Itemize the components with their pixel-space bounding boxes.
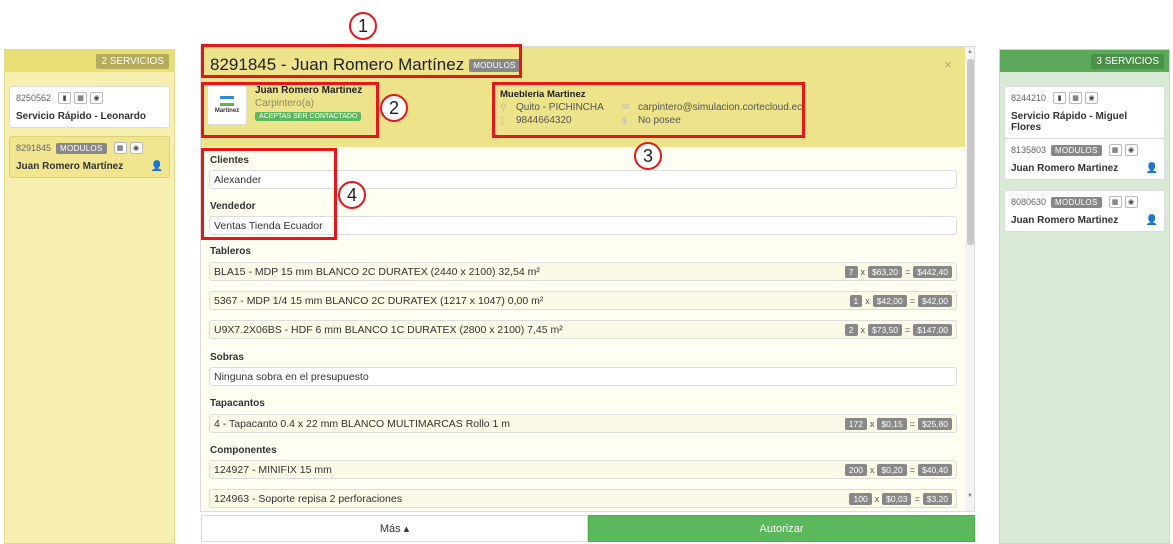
eye-icon[interactable]: ◉ <box>129 142 143 154</box>
right-services-column: 3 SERVICIOS 8244210 ▮ ▦ ◉ Servicio Rápid… <box>999 49 1170 544</box>
sobras-field[interactable]: Ninguna sobra en el presupuesto <box>209 367 957 386</box>
service-id: 8244210 <box>1011 93 1047 103</box>
service-card[interactable]: 8135803 MODULOS ▦ ◉ Juan Romero Martinez… <box>1004 138 1165 180</box>
grid-icon[interactable]: ▦ <box>1108 144 1122 156</box>
service-card[interactable]: 8080630 MODULOS ▦ ◉ Juan Romero Martinez… <box>1004 190 1165 232</box>
annotation-marker-2: 2 <box>380 94 408 122</box>
eye-icon[interactable]: ◉ <box>1124 196 1138 208</box>
scrollbar[interactable]: ▲ ▼ <box>965 47 974 511</box>
annotation-box-4 <box>201 148 337 240</box>
service-card[interactable]: 8244210 ▮ ▦ ◉ Servicio Rápido - Miguel F… <box>1004 86 1165 139</box>
grid-icon[interactable]: ▦ <box>113 142 127 154</box>
service-id: 8135803 <box>1011 145 1047 155</box>
annotation-box-2 <box>201 82 379 138</box>
left-services-column: 2 SERVICIOS 8250562 ▮ ▦ ◉ Servicio Rápid… <box>4 49 175 544</box>
grid-icon[interactable]: ▦ <box>1069 92 1083 104</box>
service-title: Servicio Rápido - Leonardo <box>16 111 147 122</box>
authorize-button[interactable]: Autorizar <box>588 515 975 542</box>
modulos-tag: MODULOS <box>1051 196 1102 208</box>
scroll-up-icon[interactable]: ▲ <box>967 49 973 55</box>
person-icon: 👤 <box>1145 163 1158 174</box>
service-id: 8080630 <box>1011 197 1047 207</box>
eye-icon[interactable]: ◉ <box>1124 144 1138 156</box>
annotation-marker-4: 4 <box>338 181 366 209</box>
table-row[interactable]: 4 - Tapacanto 0.4 x 22 mm BLANCO MULTIMA… <box>209 414 957 433</box>
tapacantos-label: Tapacantos <box>210 398 265 409</box>
annotation-box-3 <box>492 82 805 138</box>
eye-icon[interactable]: ◉ <box>90 92 104 104</box>
document-icon[interactable]: ▮ <box>1053 92 1067 104</box>
service-id: 8250562 <box>16 93 52 103</box>
grid-icon[interactable]: ▦ <box>1108 196 1122 208</box>
more-button[interactable]: Más ▴ <box>201 515 588 542</box>
table-row[interactable]: 5367 - MDP 1/4 15 mm BLANCO 2C DURATEX (… <box>209 291 957 310</box>
table-row[interactable]: 124927 - MINIFIX 15 mm 200 x $0,20 = $40,40 <box>209 460 957 479</box>
componentes-label: Componentes <box>210 445 277 456</box>
left-services-count: 2 SERVICIOS <box>96 53 169 69</box>
grid-icon[interactable]: ▦ <box>74 92 88 104</box>
table-row[interactable]: 124963 - Soporte repisa 2 perforaciones … <box>209 489 957 508</box>
service-card-active[interactable]: 8291845 MODULOS ▦ ◉ Juan Romero Martínez… <box>9 136 170 178</box>
scroll-thumb[interactable] <box>967 59 974 245</box>
document-icon[interactable]: ▮ <box>58 92 72 104</box>
service-card[interactable]: 8250562 ▮ ▦ ◉ Servicio Rápido - Leonardo <box>9 86 170 128</box>
close-icon[interactable]: × <box>944 57 952 72</box>
sobras-label: Sobras <box>210 352 244 363</box>
annotation-box-1 <box>201 44 522 78</box>
service-title: Juan Romero Martínez <box>16 161 124 172</box>
person-icon: 👤 <box>1145 215 1158 226</box>
right-services-count: 3 SERVICIOS <box>1091 53 1164 69</box>
service-title: Juan Romero Martinez <box>1011 215 1119 226</box>
right-column-header: 3 SERVICIOS <box>1000 50 1169 72</box>
left-column-header: 2 SERVICIOS <box>5 50 174 72</box>
service-id: 8291845 <box>16 143 52 153</box>
table-row[interactable]: U9X7.2X06BS - HDF 6 mm BLANCO 1C DURATEX… <box>209 320 957 339</box>
person-icon: 👤 <box>150 161 163 172</box>
service-title: Juan Romero Martinez <box>1011 163 1119 174</box>
eye-icon[interactable]: ◉ <box>1085 92 1099 104</box>
tableros-label: Tableros <box>210 246 251 257</box>
service-title: Servicio Rápido - Miguel Flores <box>1011 111 1128 133</box>
annotation-marker-1: 1 <box>349 12 377 40</box>
modulos-tag: MODULOS <box>56 142 107 154</box>
annotation-marker-3: 3 <box>634 142 662 170</box>
scroll-down-icon[interactable]: ▼ <box>967 493 973 499</box>
modulos-tag: MODULOS <box>1051 144 1102 156</box>
table-row[interactable]: BLA15 - MDP 15 mm BLANCO 2C DURATEX (244… <box>209 262 957 281</box>
